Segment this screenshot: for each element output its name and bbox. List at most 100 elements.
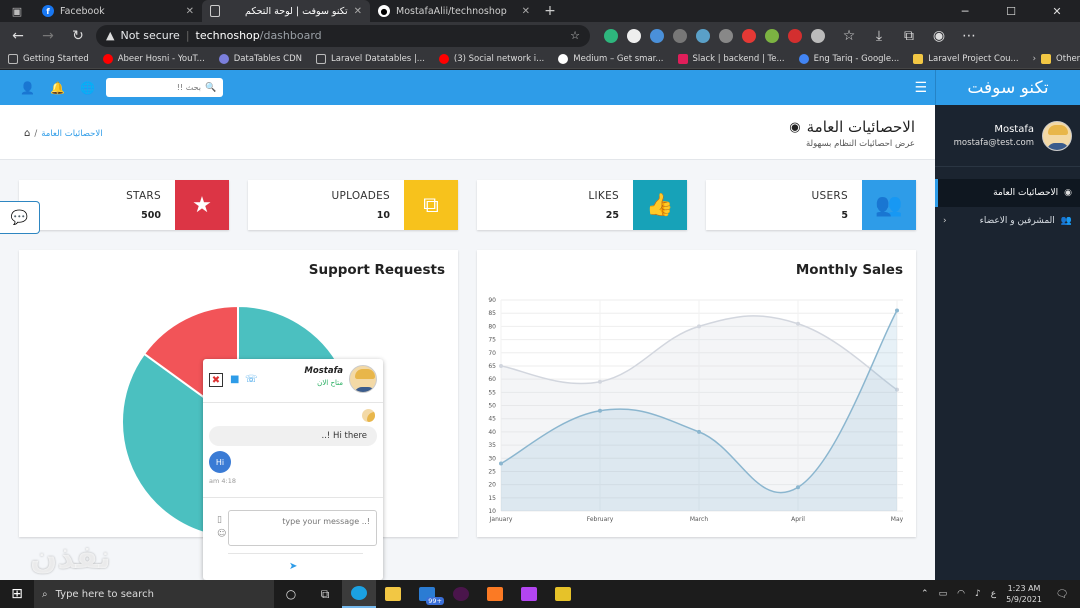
close-icon[interactable]: ✕ — [354, 6, 362, 17]
wifi-icon[interactable]: ◠ — [957, 589, 965, 599]
folder-icon — [1041, 53, 1052, 64]
chat-message-incoming: Hi there !.. — [209, 426, 377, 446]
extension-icon[interactable] — [742, 28, 756, 43]
maximize-icon[interactable]: ☐ — [988, 0, 1034, 22]
other-favorites[interactable]: › Other favorites — [1033, 53, 1080, 64]
chat-message-input[interactable] — [228, 510, 377, 546]
workspaces-icon[interactable]: ▣ — [0, 0, 34, 22]
extension-icon[interactable] — [719, 28, 733, 43]
bookmark-item[interactable]: Abeer Hosni - YouT... — [102, 53, 205, 64]
tab-facebook[interactable]: f Facebook ✕ — [34, 0, 202, 22]
edge-browser-icon[interactable] — [342, 580, 376, 608]
close-icon[interactable]: ✕ — [522, 6, 530, 17]
slack-icon[interactable] — [444, 580, 478, 608]
notification-center-icon[interactable]: 🗨 — [1052, 589, 1072, 600]
brand-logo[interactable]: تكنو سوفت — [935, 70, 1080, 105]
x-tick-label: March — [690, 516, 708, 523]
xampp-icon[interactable] — [478, 580, 512, 608]
collections-icon[interactable]: ⧉ — [897, 25, 921, 47]
bookmark-label: Laravel Datatables |... — [331, 53, 425, 64]
bookmark-item[interactable]: Laravel Datatables |... — [316, 53, 425, 64]
favorites-icon[interactable]: ☆ — [837, 25, 861, 47]
bookmark-item[interactable]: DataTables CDN — [218, 53, 302, 64]
sidebar-item-dashboard[interactable]: الاحصائيات العامة ◉ — [935, 179, 1080, 207]
taskbar-search-placeholder: Type here to search — [55, 588, 154, 600]
favorite-star-icon[interactable]: ☆ — [570, 29, 580, 42]
github-icon: ● — [378, 5, 390, 17]
bookmark-label: Other favorites — [1056, 53, 1080, 64]
app-icon[interactable] — [546, 580, 580, 608]
video-call-icon[interactable]: ■ — [230, 374, 239, 385]
bookmark-item[interactable]: (3) Social network i... — [438, 53, 544, 64]
attach-file-icon[interactable]: ▯ — [217, 515, 222, 525]
sidebar-item-members[interactable]: › المشرفين و الاعضاء 👥 — [935, 207, 1080, 235]
extension-icon[interactable] — [673, 28, 687, 43]
y-tick-label: 15 — [488, 495, 496, 502]
user-icon[interactable]: 👤 — [20, 81, 35, 95]
close-icon[interactable]: ✕ — [186, 6, 194, 17]
menu-dots-icon[interactable]: ⋯ — [957, 25, 981, 47]
y-tick-label: 20 — [488, 482, 496, 489]
bookmark-item[interactable]: Slack | backend | Te... — [677, 53, 785, 64]
battery-icon[interactable]: ▭ — [939, 589, 948, 599]
taskbar-search[interactable]: ⌕ Type here to search — [34, 580, 274, 608]
downloads-icon[interactable]: ⤓ — [867, 25, 891, 47]
task-view-icon[interactable]: ⧉ — [308, 580, 342, 608]
bell-icon[interactable]: 🔔 — [50, 81, 65, 95]
stat-card-uploads: UPLOADES 10 ⧉ — [248, 180, 458, 230]
clock[interactable]: 1:23 AM 5/9/2021 — [1006, 583, 1042, 605]
y-tick-label: 85 — [488, 310, 496, 317]
volume-icon[interactable]: ♪ — [975, 589, 981, 599]
forward-arrow-icon[interactable]: → — [36, 25, 60, 47]
tab-dashboard[interactable]: تكنو سوفت | لوحة التحكم ✕ — [202, 0, 370, 22]
mail-icon[interactable]: 99+ — [410, 580, 444, 608]
search-input[interactable] — [111, 83, 201, 92]
chat-compose: ▯ ☺ ➤ — [203, 497, 383, 580]
tab-github[interactable]: ● MostafaAlii/technoshop ✕ — [370, 0, 538, 22]
close-window-icon[interactable]: ✕ — [1034, 0, 1080, 22]
warning-icon: ▲ — [106, 29, 115, 42]
search-box: 🔍 — [106, 78, 223, 97]
bookmark-item[interactable]: Laravel Project Cou... — [913, 53, 1019, 64]
menu-toggle-icon[interactable]: ☰ — [914, 80, 927, 96]
phpstorm-icon[interactable] — [512, 580, 546, 608]
cortana-icon[interactable]: ○ — [274, 580, 308, 608]
extension-icon[interactable] — [811, 28, 825, 43]
url-input[interactable]: ▲ Not secure | technoshop/dashboard ☆ — [96, 24, 590, 47]
sidebar-item-label: المشرفين و الاعضاء — [979, 216, 1055, 226]
medium-icon — [558, 53, 569, 64]
chevron-up-icon[interactable]: ⌃ — [921, 589, 929, 599]
stat-label: STARS — [126, 189, 161, 202]
file-explorer-icon[interactable] — [376, 580, 410, 608]
breadcrumb-current[interactable]: الاحصائيات العامة — [41, 129, 102, 139]
extension-icon[interactable] — [604, 28, 618, 43]
home-icon[interactable]: ⌂ — [24, 128, 30, 139]
new-tab-button[interactable]: + — [538, 0, 562, 22]
language-indicator[interactable]: ع — [991, 589, 996, 599]
extension-icon[interactable] — [650, 28, 664, 43]
phone-icon[interactable]: ☏ — [245, 374, 258, 385]
stat-card-stars: STARS 500 ★ — [19, 180, 229, 230]
stat-card-likes: LIKES 25 👍 — [477, 180, 687, 230]
dashboard-icon: ◉ — [1064, 188, 1072, 198]
minimize-icon[interactable]: ─ — [942, 0, 988, 22]
emoji-icon[interactable]: ☺ — [217, 529, 226, 539]
globe-icon[interactable]: 🌐 — [80, 81, 95, 95]
bookmark-item[interactable]: Medium – Get smar... — [558, 53, 664, 64]
bookmark-item[interactable]: Eng Tariq - Google... — [798, 53, 899, 64]
youtube-icon — [102, 53, 113, 64]
search-icon[interactable]: 🔍 — [205, 83, 216, 93]
extension-icon[interactable] — [627, 28, 641, 43]
breadcrumb-separator: / — [34, 128, 38, 139]
profile-avatar-icon[interactable]: ◉ — [927, 25, 951, 47]
extension-icon[interactable] — [765, 28, 779, 43]
send-icon[interactable]: ➤ — [289, 561, 297, 572]
reload-icon[interactable]: ↻ — [66, 25, 90, 47]
back-arrow-icon[interactable]: ← — [6, 25, 30, 47]
bookmark-item[interactable]: Getting Started — [8, 53, 89, 64]
extension-icon[interactable] — [788, 28, 802, 43]
close-icon[interactable]: ✖ — [209, 373, 223, 387]
chat-toggle-button[interactable]: 💬 — [0, 201, 40, 234]
extension-icon[interactable] — [696, 28, 710, 43]
windows-start-icon[interactable]: ⊞ — [0, 580, 34, 608]
